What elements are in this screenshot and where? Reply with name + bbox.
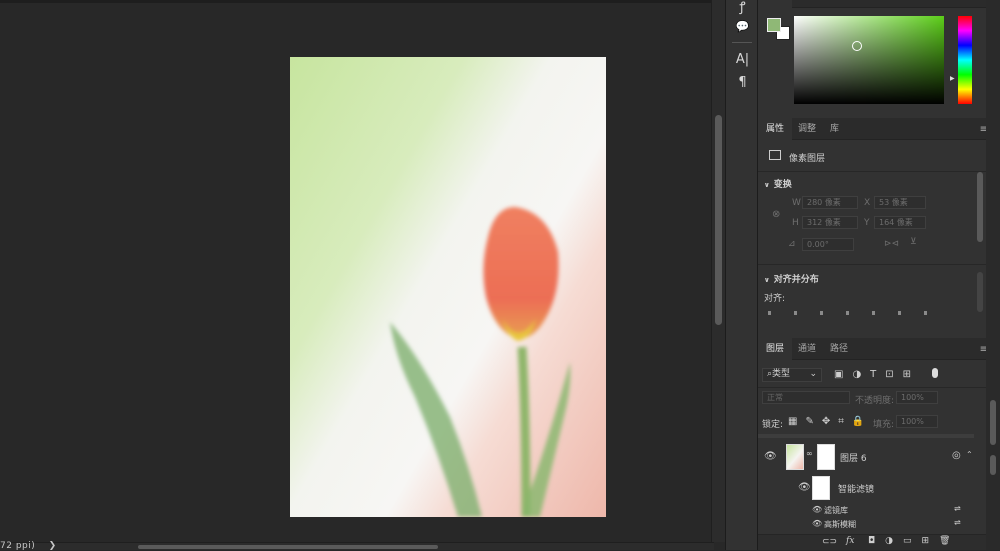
foreground-color-swatch[interactable] bbox=[767, 18, 781, 32]
footer-action-icons[interactable]: ◘◑▭⊞🗑 bbox=[868, 536, 960, 546]
document-canvas[interactable] bbox=[290, 57, 606, 517]
filter-row[interactable]: 👁 滤镜库 ⇌ bbox=[758, 504, 974, 518]
angle-field[interactable]: 0.00° bbox=[802, 238, 854, 251]
layer-mask-thumbnail[interactable] bbox=[817, 444, 835, 470]
kind-filter-dropdown[interactable]: ⌕类型 ⌄ bbox=[762, 368, 822, 382]
tab-libraries[interactable]: 库 bbox=[822, 118, 847, 140]
collapse-chevron-icon[interactable]: ∨ bbox=[764, 276, 770, 284]
character-icon[interactable]: A| bbox=[726, 52, 759, 67]
right-panels: 颜色 色板 渐变 图案 ▶ 属性 调整 库 ≡ 像素图层 ∨变换 W 280 像… bbox=[758, 0, 1000, 550]
brush-settings-icon[interactable]: ꝭ bbox=[726, 0, 759, 15]
paragraph-icon[interactable]: ¶ bbox=[726, 75, 759, 90]
y-field[interactable]: 164 像素 bbox=[874, 216, 926, 229]
lock-label: 锁定: bbox=[762, 420, 784, 430]
h-label: H bbox=[792, 218, 799, 228]
height-field[interactable]: 312 像素 bbox=[802, 216, 858, 229]
visibility-eye-icon[interactable]: 👁 bbox=[798, 482, 811, 493]
tab-channels[interactable]: 通道 bbox=[790, 338, 824, 360]
x-field[interactable]: 53 像素 bbox=[874, 196, 926, 209]
fill-field[interactable]: 100% bbox=[896, 415, 938, 428]
tab-color[interactable]: 颜色 bbox=[758, 0, 793, 8]
flip-vertical-icon[interactable]: ⊻ bbox=[910, 237, 917, 247]
filter-options-icon[interactable]: ⇌ bbox=[954, 518, 961, 527]
panel-scrollbar[interactable] bbox=[986, 0, 1000, 550]
canvas-top-edge bbox=[0, 0, 714, 3]
comment-icon[interactable]: 💬 bbox=[726, 20, 759, 33]
smart-filter-label[interactable]: 智能滤镜 bbox=[838, 482, 874, 495]
scroll-thumb[interactable] bbox=[990, 400, 996, 445]
collapse-arrow-icon[interactable]: ⌃ bbox=[966, 450, 973, 459]
filter-name[interactable]: 滤镜库 bbox=[824, 505, 848, 516]
tab-swatches[interactable]: 色板 bbox=[790, 0, 824, 8]
tab-paths[interactable]: 路径 bbox=[822, 338, 856, 360]
hue-slider[interactable] bbox=[958, 16, 972, 104]
color-field[interactable] bbox=[794, 16, 944, 104]
visibility-eye-icon[interactable]: 👁 bbox=[764, 451, 777, 462]
align-buttons-row[interactable] bbox=[768, 311, 928, 315]
chain-link-icon[interactable]: ∞ bbox=[806, 449, 813, 458]
align-section: ∨ 对齐并分布 bbox=[764, 275, 819, 285]
x-label: X bbox=[864, 198, 871, 208]
fill-label: 填充: bbox=[873, 420, 895, 430]
tab-layers[interactable]: 图层 bbox=[758, 338, 793, 360]
tulip-image bbox=[390, 207, 571, 517]
tab-adjustments[interactable]: 调整 bbox=[790, 118, 824, 140]
layer-name[interactable]: 图层 6 bbox=[840, 451, 867, 464]
properties-panel: 属性 调整 库 ≡ 像素图层 ∨ 变换 W 280 像素 X 53 像素 ⊗ H … bbox=[758, 118, 988, 338]
visibility-eye-icon[interactable]: 👁 bbox=[812, 519, 822, 528]
canvas-area[interactable] bbox=[0, 0, 714, 542]
hue-pointer-icon[interactable]: ▶ bbox=[950, 75, 955, 82]
blend-mode-dropdown[interactable]: 正常 bbox=[762, 391, 850, 404]
w-label: W bbox=[792, 198, 801, 208]
scroll-thumb[interactable] bbox=[138, 545, 438, 549]
filter-name[interactable]: 高斯模糊 bbox=[824, 519, 856, 530]
link-icon[interactable]: ⊗ bbox=[772, 209, 780, 220]
transform-section: ∨ 变换 bbox=[764, 180, 792, 190]
smart-object-icon: ◎ bbox=[952, 450, 961, 461]
tab-gradients[interactable]: 渐变 bbox=[824, 0, 858, 8]
panel-icon-bar: ꝭ 💬 A| ¶ bbox=[725, 0, 758, 550]
angle-icon: ⊿ bbox=[788, 239, 796, 249]
lock-icons[interactable]: ▦✎✥⌗🔒 bbox=[788, 416, 872, 427]
width-field[interactable]: 280 像素 bbox=[802, 196, 858, 209]
fx-icon[interactable]: fx bbox=[846, 536, 854, 546]
flip-horizontal-icon[interactable]: ⊳⊲ bbox=[884, 239, 899, 249]
chevron-down-icon: ⌄ bbox=[809, 369, 817, 379]
divider bbox=[732, 42, 752, 43]
pixel-layer-icon bbox=[769, 150, 781, 160]
layer-type-label: 像素图层 bbox=[789, 154, 826, 164]
align-label: 对齐: bbox=[764, 294, 786, 304]
layers-panel: 图层 通道 路径 ≡ ⌕类型 ⌄ ▣◑T⊡⊞ 正常 不透明度: 100% 锁定: … bbox=[758, 338, 988, 550]
tab-patterns[interactable]: 图案 bbox=[858, 0, 892, 8]
color-picker-cursor[interactable] bbox=[852, 41, 862, 51]
collapse-chevron-icon[interactable]: ∨ bbox=[764, 181, 770, 189]
filter-mask-thumbnail[interactable] bbox=[812, 476, 830, 500]
link-layers-icon[interactable]: ⊂⊃ bbox=[822, 537, 837, 547]
properties-tabs: 属性 调整 库 ≡ bbox=[758, 118, 988, 140]
canvas-vertical-scrollbar[interactable] bbox=[711, 0, 725, 542]
tab-properties[interactable]: 属性 bbox=[758, 118, 793, 140]
canvas-horizontal-scrollbar[interactable] bbox=[0, 542, 714, 550]
layers-footer: ⊂⊃ fx ◘◑▭⊞🗑 bbox=[758, 534, 988, 550]
opacity-field[interactable]: 100% bbox=[896, 391, 938, 404]
y-label: Y bbox=[864, 218, 870, 228]
layer-filter-icons[interactable]: ▣◑T⊡⊞ bbox=[834, 369, 920, 380]
properties-scroll-track[interactable] bbox=[977, 272, 983, 312]
scroll-thumb[interactable] bbox=[990, 455, 996, 475]
color-panel: 颜色 色板 渐变 图案 ▶ bbox=[758, 0, 988, 118]
visibility-eye-icon[interactable]: 👁 bbox=[812, 505, 822, 514]
properties-scroll-thumb[interactable] bbox=[977, 172, 983, 242]
layers-tabs: 图层 通道 路径 ≡ bbox=[758, 338, 988, 360]
layer-thumbnail[interactable] bbox=[786, 444, 804, 470]
scroll-thumb[interactable] bbox=[715, 115, 722, 325]
layer-row[interactable]: 👁 ∞ 图层 6 ◎ ⌃ bbox=[758, 441, 974, 473]
smart-filter-row[interactable]: 👁 智能滤镜 bbox=[758, 474, 974, 502]
filter-toggle-icon[interactable] bbox=[932, 368, 938, 378]
layer-list-top bbox=[758, 434, 974, 438]
filter-row[interactable]: 👁 高斯模糊 ⇌ bbox=[758, 518, 974, 532]
opacity-label: 不透明度: bbox=[855, 396, 895, 406]
filter-options-icon[interactable]: ⇌ bbox=[954, 504, 961, 513]
